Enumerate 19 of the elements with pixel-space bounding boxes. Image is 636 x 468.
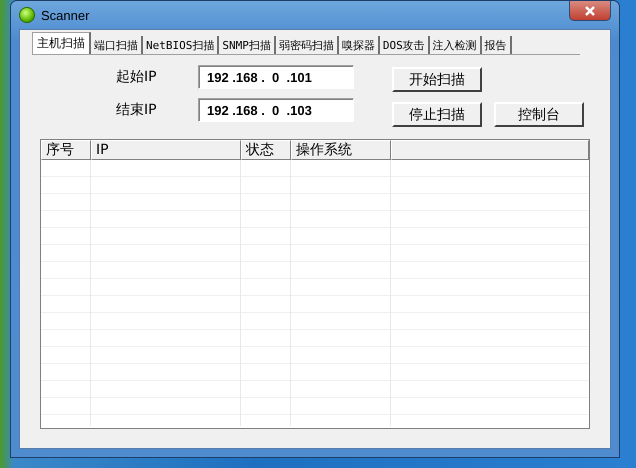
tab[interactable]: 主机扫描 (32, 32, 91, 54)
column-header[interactable]: 状态 (241, 140, 291, 160)
window-title: Scanner (41, 8, 90, 22)
column-header[interactable]: IP (91, 140, 241, 160)
column-header[interactable]: 序号 (41, 140, 91, 160)
close-button[interactable] (569, 1, 611, 21)
stop-scan-button[interactable]: 停止扫描 (392, 102, 482, 127)
tab[interactable]: 注入检测 (430, 36, 482, 54)
column-header[interactable]: 操作系统 (291, 140, 391, 160)
console-button[interactable]: 控制台 (494, 102, 584, 127)
close-icon (584, 6, 596, 16)
start-ip-field[interactable]: 192 .168 . 0 .101 (198, 65, 354, 89)
tab[interactable]: 报告 (482, 36, 512, 54)
end-ip-field[interactable]: 192 .168 . 0 .103 (198, 98, 354, 122)
app-icon (19, 7, 35, 23)
tab[interactable]: 端口扫描 (91, 36, 143, 54)
start-scan-button[interactable]: 开始扫描 (392, 67, 482, 92)
end-ip-label: 结束IP (116, 101, 158, 119)
start-ip-label: 起始IP (116, 68, 158, 86)
